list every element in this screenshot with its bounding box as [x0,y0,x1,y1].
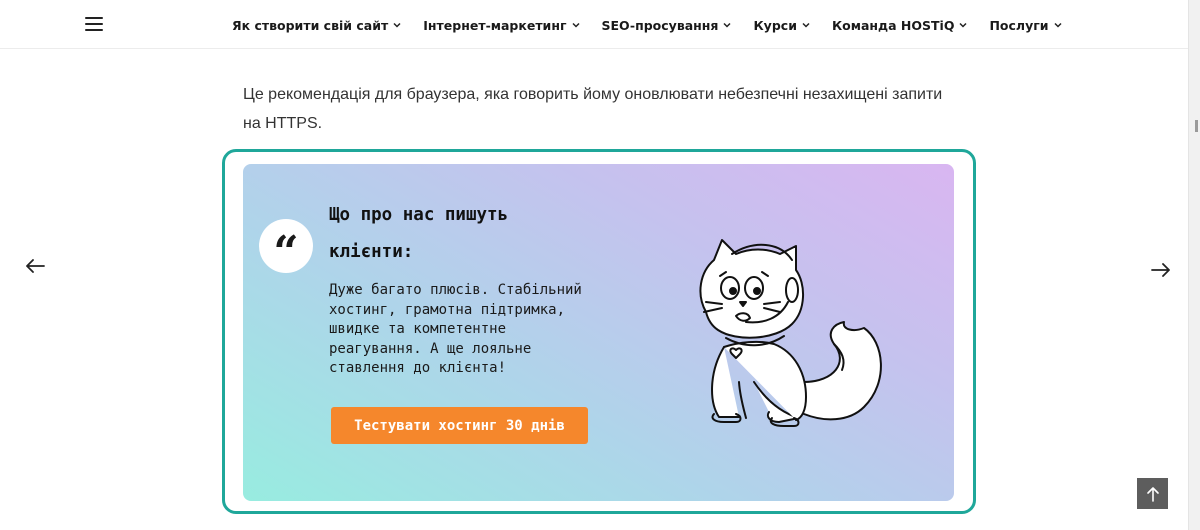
article-paragraph: Це рекомендація для браузера, яка говори… [243,86,943,132]
top-navigation: Як створити свій сайт Інтернет-маркетинг… [0,0,1188,49]
menu-item-label: Команда HOSTiQ [831,17,955,33]
test-hosting-button[interactable]: Тестувати хостинг 30 днів [331,407,588,444]
menu-item-create-site[interactable]: Як створити свій сайт [232,16,401,34]
scrollbar-thumb[interactable] [1195,120,1198,132]
arrow-up-icon [1146,486,1159,502]
arrow-right-icon[interactable] [1151,263,1171,277]
page-scrollbar[interactable] [1188,0,1200,530]
chevron-down-icon [1054,22,1062,28]
chevron-down-icon [393,22,401,28]
arrow-left-icon[interactable] [25,259,45,273]
menu-item-internet-marketing[interactable]: Інтернет-маркетинг [423,16,580,34]
menu-item-label: Інтернет-маркетинг [423,17,567,33]
menu-item-services[interactable]: Послуги [989,16,1062,34]
menu-item-seo[interactable]: SEO-просування [602,16,732,34]
testimonial-text: Дуже багато плюсів. Стабільний хостинг, … [329,282,582,376]
quote-mark: “ [273,227,299,278]
main-menu: Як створити свій сайт Інтернет-маркетинг… [232,16,1084,34]
menu-item-label: Послуги [989,17,1049,33]
menu-item-team[interactable]: Команда HOSTiQ [832,16,968,34]
chevron-down-icon [959,22,967,28]
cat-illustration [699,239,882,427]
chevron-down-icon [802,22,810,28]
menu-item-courses[interactable]: Курси [753,16,810,34]
menu-item-label: Курси [753,17,797,33]
quote-icon: “ [259,219,313,278]
chevron-down-icon [571,22,580,28]
chevron-down-icon [723,22,731,28]
hamburger-menu-icon[interactable] [85,17,103,31]
menu-item-label: SEO-просування [601,17,719,33]
testimonial-title: Що про нас пишуть клієнти: [329,205,509,262]
back-to-top-button[interactable] [1137,478,1168,509]
menu-item-label: Як створити свій сайт [232,17,389,33]
